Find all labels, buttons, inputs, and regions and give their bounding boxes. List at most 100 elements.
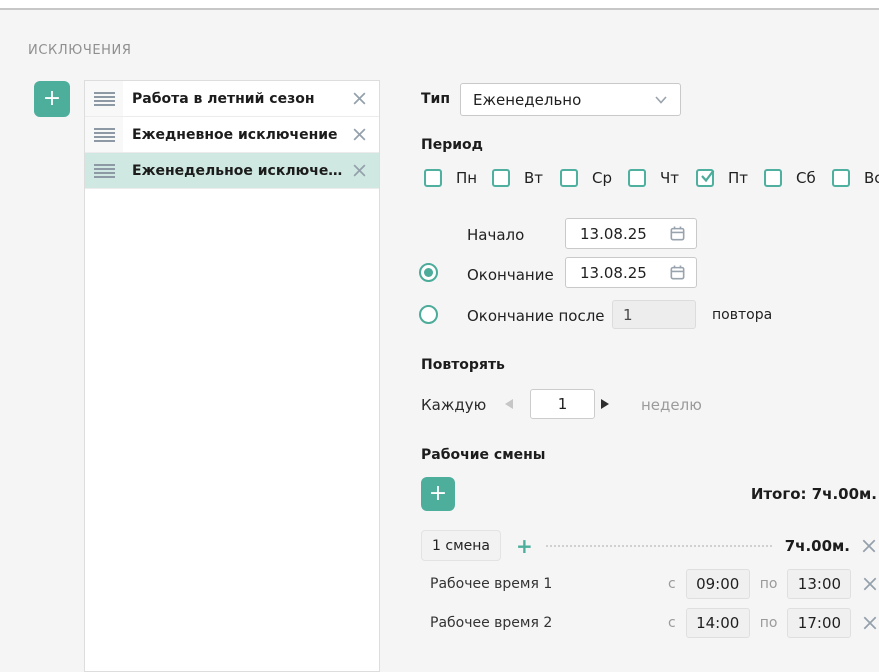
weekday-checkbox-sat[interactable]: Сб [764,169,816,187]
exceptions-list: Работа в летний сезон Ежедневное исключе… [84,80,380,672]
weekday-checkbox-mon[interactable]: Пн [424,169,477,187]
start-date-label: Начало [467,226,524,244]
end-after-count-value: 1 [623,306,633,324]
checkbox[interactable] [628,169,646,187]
close-icon [352,127,367,142]
work-time-row: Рабочее время 1 с 09:00 по 13:00 [430,569,877,599]
start-date-input[interactable]: 13.08.25 [565,218,697,249]
to-label: по [760,576,778,592]
weekday-checkbox-thu[interactable]: Чт [628,169,679,187]
add-time-interval-button[interactable]: + [516,536,533,556]
delete-exception-button[interactable] [352,163,367,178]
time-to-input[interactable]: 17:00 [787,608,851,638]
delete-work-time-button[interactable] [862,576,878,592]
shift-group-button[interactable]: 1 смена [421,530,501,561]
time-from-input[interactable]: 14:00 [686,608,750,638]
stepper-increase-button[interactable] [601,399,609,409]
shift-group-row: 1 смена + 7ч.00м. [421,530,877,561]
weekday-checkbox-sun[interactable]: Вс [832,169,879,187]
close-icon [862,576,878,592]
drag-handle[interactable] [85,81,123,116]
checkbox[interactable] [492,169,510,187]
close-icon [861,538,877,554]
weekday-label: Сб [796,169,816,187]
weekday-label: Пн [456,169,477,187]
end-date-value: 13.08.25 [580,264,669,282]
end-date-input[interactable]: 13.08.25 [565,257,697,288]
checkbox[interactable] [424,169,442,187]
weekday-checkbox-wed[interactable]: Ср [560,169,612,187]
time-from-value: 14:00 [696,614,739,632]
chevron-down-icon [654,93,668,106]
time-from-input[interactable]: 09:00 [686,569,750,599]
end-after-count-input[interactable]: 1 [612,300,696,329]
to-label: по [760,615,778,631]
delete-exception-button[interactable] [352,91,367,106]
weekday-label: Вт [524,169,543,187]
list-item[interactable]: Ежедневное исключение [85,117,379,153]
stepper-decrease-button[interactable] [505,399,513,409]
delete-work-time-button[interactable] [862,615,878,631]
repeat-every-label: Каждую [421,396,486,414]
shifts-total: Итого: 7ч.00м. [650,485,877,503]
list-item-label: Работа в летний сезон [132,91,352,107]
end-after-radio[interactable] [419,305,438,324]
drag-handle-icon [94,92,115,106]
list-item-selected[interactable]: Еженедельное исключе… [85,153,379,189]
drag-handle[interactable] [85,117,123,152]
end-date-radio[interactable] [419,263,438,282]
delete-shift-group-button[interactable] [861,538,877,554]
checkbox[interactable] [832,169,850,187]
type-label: Тип [421,91,450,107]
calendar-icon[interactable] [669,264,686,281]
from-label: с [668,615,676,631]
drag-handle[interactable] [85,153,123,188]
close-icon [352,163,367,178]
weekday-label: Пт [728,169,748,187]
add-shift-button[interactable]: + [421,477,455,511]
work-time-row: Рабочее время 2 с 14:00 по 17:00 [430,608,877,638]
weekday-checkbox-fri[interactable]: Пт [696,169,748,187]
period-label: Период [421,137,483,153]
checkbox[interactable] [764,169,782,187]
close-icon [862,615,878,631]
delete-exception-button[interactable] [352,127,367,142]
type-select[interactable]: Еженедельно [460,83,681,116]
repeat-unit-label: неделю [641,396,702,414]
time-to-input[interactable]: 13:00 [787,569,851,599]
calendar-icon[interactable] [669,225,686,242]
page-title: ИСКЛЮЧЕНИЯ [28,43,132,58]
add-exception-button[interactable]: + [34,81,70,117]
close-icon [352,91,367,106]
checkbox-checked[interactable] [696,169,714,187]
weekday-label: Вс [864,169,879,187]
top-divider [0,0,879,10]
repeat-label: Повторять [421,357,505,373]
work-time-label: Рабочее время 1 [430,576,668,592]
end-after-suffix: повтора [712,307,772,323]
list-item[interactable]: Работа в летний сезон [85,81,379,117]
repeat-interval-input[interactable]: 1 [530,389,595,419]
weekday-label: Чт [660,169,679,187]
end-date-label: Окончание [467,266,554,284]
time-from-value: 09:00 [696,575,739,593]
checkbox[interactable] [560,169,578,187]
work-time-label: Рабочее время 2 [430,615,668,631]
repeat-interval-value: 1 [558,395,568,413]
check-icon [699,168,716,184]
drag-handle-icon [94,128,115,142]
radio-dot [424,268,433,277]
list-item-label: Еженедельное исключе… [132,163,352,179]
list-item-label: Ежедневное исключение [132,127,352,143]
shifts-label: Рабочие смены [421,447,545,463]
weekday-label: Ср [592,169,612,187]
drag-handle-icon [94,164,115,178]
time-to-value: 13:00 [798,575,841,593]
type-select-value: Еженедельно [473,91,654,109]
exceptions-screen: ИСКЛЮЧЕНИЯ + Работа в летний сезон Ежедн… [0,0,879,672]
time-to-value: 17:00 [798,614,841,632]
shift-group-duration: 7ч.00м. [785,537,850,555]
end-after-label: Окончание после [467,307,605,325]
weekday-checkbox-tue[interactable]: Вт [492,169,543,187]
from-label: с [668,576,676,592]
